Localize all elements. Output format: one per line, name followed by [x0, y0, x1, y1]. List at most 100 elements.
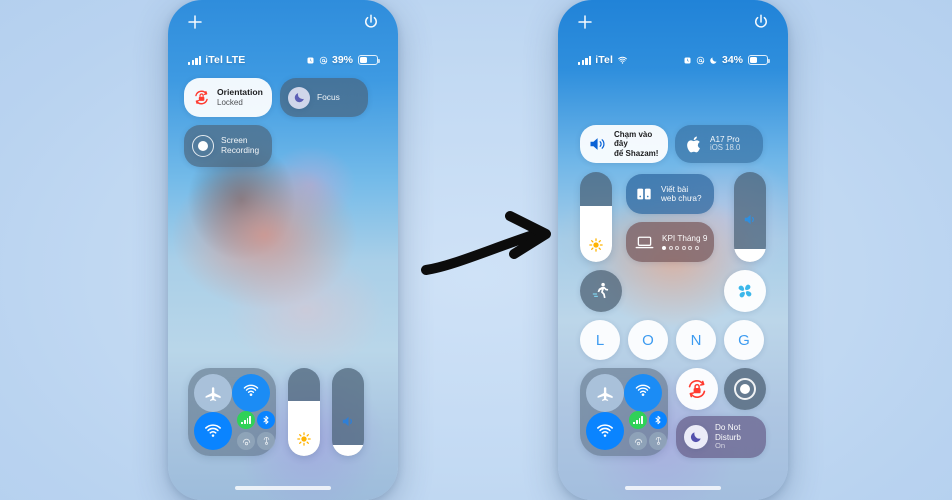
- sun-icon: [580, 228, 612, 262]
- bluetooth-icon: [655, 415, 661, 425]
- letter-n-label: N: [690, 331, 702, 349]
- cellular-data-button[interactable]: [237, 411, 255, 429]
- at-symbol-icon: [696, 56, 705, 64]
- orientation-subtitle: Locked: [217, 97, 243, 107]
- note-tile[interactable]: Viết bài web chưa?: [626, 174, 714, 214]
- dnd-labels: Do Not Disturb On: [715, 423, 741, 451]
- orientation-lock-button[interactable]: [676, 368, 718, 410]
- battery-percent: 39%: [331, 54, 353, 66]
- battery-icon: [358, 55, 380, 65]
- battery-icon: [748, 55, 770, 65]
- speaker-wave-icon: [590, 138, 605, 150]
- orientation-labels: Orientation Locked: [217, 86, 263, 107]
- screen-recording-tile[interactable]: Screen Recording: [184, 125, 272, 167]
- airdrop-icon: [635, 384, 651, 396]
- orientation-title: Orientation: [217, 86, 263, 97]
- fan-button[interactable]: [724, 270, 766, 312]
- power-icon[interactable]: [752, 13, 770, 31]
- cellular-bars-icon: [188, 55, 202, 65]
- note-line1: Viết bài: [661, 184, 689, 194]
- brightness-slider[interactable]: [580, 172, 612, 262]
- volume-slider[interactable]: [332, 368, 364, 456]
- fan-icon: [738, 284, 752, 298]
- device-line2: iOS 18.0: [710, 143, 741, 153]
- plus-icon[interactable]: [186, 13, 204, 31]
- shazam-tile[interactable]: Chạm vào đây để Shazam!: [580, 125, 668, 163]
- bluetooth-button[interactable]: [257, 411, 275, 429]
- satellite-button[interactable]: [257, 432, 275, 450]
- airdrop-icon: [243, 384, 259, 396]
- letter-o[interactable]: O: [628, 320, 668, 360]
- airdrop-button[interactable]: [624, 374, 662, 412]
- screen-recording-labels: Screen Recording: [221, 136, 259, 155]
- kpi-line1: KPI Tháng 9: [662, 234, 708, 244]
- satellite-icon: [655, 436, 661, 445]
- orientation-lock-tile[interactable]: Orientation Locked: [184, 78, 272, 117]
- wifi-icon: [205, 424, 221, 437]
- hotspot-button[interactable]: [629, 432, 647, 450]
- record-icon: [734, 378, 756, 400]
- note-line2: web chưa?: [661, 194, 702, 203]
- hotspot-icon: [242, 438, 250, 445]
- cellular-data-button[interactable]: [629, 411, 647, 429]
- right-status-bar: iTel 34%: [558, 50, 788, 70]
- brightness-slider[interactable]: [288, 368, 320, 456]
- device-info-tile[interactable]: A17 Pro iOS 18.0: [675, 125, 763, 163]
- carrier-label: iTel: [595, 54, 613, 66]
- sprint-icon-button[interactable]: [580, 270, 622, 312]
- right-phone: iTel 34% Chạm vào đây để Shazam! A17 Pro…: [558, 0, 788, 500]
- focus-labels: Focus: [317, 91, 340, 103]
- airplane-icon: [205, 386, 221, 401]
- wifi-icon: [597, 424, 613, 437]
- home-indicator: [235, 486, 331, 490]
- focus-title: Focus: [317, 91, 340, 102]
- screen-record-button[interactable]: [724, 368, 766, 410]
- satellite-button[interactable]: [649, 432, 667, 450]
- connectivity-module[interactable]: [580, 368, 668, 456]
- curved-arrow: [421, 211, 551, 275]
- hotspot-icon: [634, 438, 642, 445]
- plus-icon[interactable]: [576, 13, 594, 31]
- right-header: [558, 0, 788, 46]
- letter-o-label: O: [642, 331, 654, 349]
- shazam-line1: Chạm vào đây: [614, 130, 653, 149]
- moon-icon: [710, 57, 717, 64]
- wifi-button[interactable]: [586, 412, 624, 450]
- cellular-bars-icon: [578, 55, 592, 65]
- carrier-label: iTel LTE: [205, 54, 246, 66]
- airplane-mode-button[interactable]: [586, 374, 624, 412]
- rotation-lock-icon: [688, 380, 706, 398]
- power-icon[interactable]: [362, 13, 380, 31]
- running-person-icon: [592, 282, 609, 299]
- letter-l[interactable]: L: [580, 320, 620, 360]
- record-icon: [192, 135, 214, 157]
- airplane-icon: [597, 386, 613, 401]
- left-phone: iTel LTE 39% Orientation Locked Focus Sc…: [168, 0, 398, 500]
- kpi-tile[interactable]: KPI Tháng 9: [626, 222, 714, 262]
- apple-logo-icon: [687, 135, 700, 152]
- moon-icon: [294, 93, 304, 103]
- hotspot-button[interactable]: [237, 432, 255, 450]
- wifi-button[interactable]: [194, 412, 232, 450]
- do-not-disturb-tile[interactable]: Do Not Disturb On: [676, 416, 766, 458]
- sun-icon: [288, 422, 320, 456]
- rotation-lock-icon: [195, 90, 208, 105]
- books-icon: [637, 188, 651, 200]
- airplane-mode-button[interactable]: [194, 374, 232, 412]
- focus-icon-wrap: [288, 86, 310, 109]
- bluetooth-button[interactable]: [649, 411, 667, 429]
- speaker-icon: [332, 404, 364, 438]
- dnd-line1: Do Not: [715, 423, 741, 433]
- letter-n[interactable]: N: [676, 320, 716, 360]
- home-indicator: [625, 486, 721, 490]
- device-info-labels: A17 Pro iOS 18.0: [710, 135, 740, 153]
- focus-tile[interactable]: Focus: [280, 78, 368, 117]
- letter-g[interactable]: G: [724, 320, 764, 360]
- connectivity-module[interactable]: [188, 368, 276, 456]
- laptop-icon: [635, 236, 654, 248]
- wifi-icon: [618, 56, 627, 64]
- volume-slider[interactable]: [734, 172, 766, 262]
- speaker-icon: [734, 202, 766, 236]
- shazam-labels: Chạm vào đây để Shazam!: [614, 130, 668, 158]
- airdrop-button[interactable]: [232, 374, 270, 412]
